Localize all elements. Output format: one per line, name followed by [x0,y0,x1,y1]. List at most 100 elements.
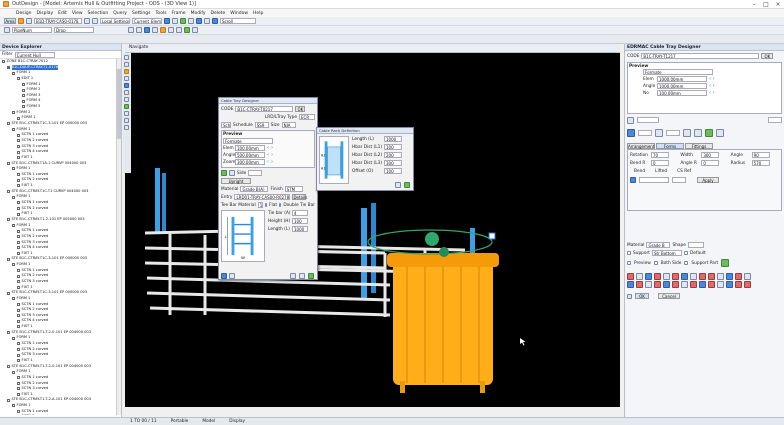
flip-icon[interactable] [229,170,235,176]
tab-navigate[interactable]: Navigate [129,45,148,50]
tree-scrollbar[interactable] [116,59,121,415]
rp-tool-icon[interactable] [726,281,733,288]
save-icon[interactable] [26,18,32,24]
minimize-icon[interactable]: – [748,1,760,8]
sch-combo[interactable]: Sch [221,122,231,128]
snap-icon[interactable] [168,27,174,33]
arrow-right-icon[interactable]: › [271,159,273,165]
view-side-icon[interactable] [124,97,129,102]
expand-icon[interactable] [17,308,20,312]
rp-tool-icon[interactable] [681,281,688,288]
expand-icon[interactable] [7,291,10,295]
pan-icon[interactable] [124,62,129,67]
arrow-right-icon[interactable]: › [271,152,273,158]
menu-tools[interactable]: Tools [155,11,166,16]
menu-window[interactable]: Window [230,11,248,16]
expand-icon[interactable] [12,370,15,374]
expand-icon[interactable] [17,77,20,81]
rp-bend-field[interactable] [639,177,669,183]
rp-code-field[interactable]: B1C-TRAY-T1217 [641,53,760,59]
schedule-combo[interactable]: SS9 [254,122,269,128]
rp-field-value[interactable]: 0 [651,160,669,166]
rp-size-field[interactable] [768,117,782,123]
grip-handle[interactable] [488,232,496,240]
expand-icon[interactable] [7,257,10,261]
rp-tool-icon[interactable] [708,281,715,288]
rp-ok-icon[interactable] [627,293,632,299]
expand-icon[interactable] [12,195,15,199]
dim-value[interactable]: 4 [292,210,308,216]
rack-row-value[interactable]: 1000 [384,136,402,142]
expand-icon[interactable] [17,274,20,278]
expand-icon[interactable] [17,206,20,210]
menu-frame[interactable]: Frame [172,11,186,16]
arrow-left-icon[interactable]: ‹ [267,159,269,165]
expand-icon[interactable] [12,404,15,408]
rp-view-combo[interactable] [637,117,659,123]
expand-icon[interactable] [17,246,20,250]
shade-icon[interactable] [196,18,202,24]
expand-icon[interactable] [7,190,10,194]
rp-lift-field[interactable] [672,177,686,183]
expand-icon[interactable] [17,342,20,346]
copy-icon[interactable] [152,27,158,33]
dialog-icon-2[interactable] [229,273,235,279]
rp-tab[interactable]: Arrangement [627,143,655,149]
expand-icon[interactable] [17,347,20,351]
zoom-window-icon[interactable] [124,76,129,81]
arrow-right-icon[interactable]: › [271,145,273,151]
expand-icon[interactable] [17,381,20,385]
rp-tool-icon[interactable] [654,281,661,288]
rp-tool-icon[interactable] [744,273,751,280]
rp-tool-3-icon[interactable] [683,129,691,137]
scroll-combo[interactable]: Scroll [220,18,256,24]
maximize-icon[interactable]: □ [760,1,772,8]
rp-tool-2-icon[interactable] [655,129,663,137]
pencil-icon[interactable] [627,116,634,124]
pipe-icon[interactable] [4,27,10,33]
rp-tool-field-1[interactable] [638,130,652,136]
new-icon[interactable] [184,27,190,33]
rp-arrow-icon[interactable]: ‹ › [709,90,715,96]
expand-icon[interactable] [17,410,20,414]
move-icon[interactable] [136,27,142,33]
expand-icon[interactable] [12,223,15,227]
iso-icon[interactable] [124,104,129,109]
rp-supportpart-check[interactable] [684,261,689,265]
details-button[interactable]: Details [292,194,307,200]
element-combo[interactable]: B1D-TRAY-CAS0-0178 [34,18,82,24]
rack-row-value[interactable]: 200 [384,152,402,158]
rp-tool-icon[interactable] [735,273,742,280]
expand-icon[interactable] [17,184,20,188]
menu-modify[interactable]: Modify [191,11,206,16]
expand-icon[interactable] [22,82,25,86]
rp-tool-icon[interactable] [645,273,652,280]
rp-tool-field-2[interactable] [666,130,680,136]
rp-apply-button[interactable]: Apply [697,177,719,183]
rp-field-value[interactable]: 300 [701,152,720,158]
expand-icon[interactable] [17,235,20,239]
outdoor-field[interactable]: 100 [257,202,263,208]
size-field[interactable]: NIA [281,122,296,128]
rp-tab[interactable]: Forms [656,143,684,149]
form-combo[interactable]: Formate [223,138,273,144]
expand-icon[interactable] [17,173,20,177]
handle-sphere-1[interactable] [425,232,439,246]
rp-tab[interactable]: Fittings [685,143,713,149]
code-field[interactable]: B1C-CTRAY-T0217 [235,106,294,112]
rp-tool-icon[interactable] [744,281,751,288]
dialog2-icon-1[interactable] [395,182,401,188]
rp-shape-field[interactable] [687,242,704,248]
rp-tool-icon[interactable] [681,273,688,280]
expand-icon[interactable] [7,398,10,402]
drop-combo[interactable]: Drop [54,27,94,33]
expand-icon[interactable] [12,167,15,171]
dialog-icon-4[interactable] [299,273,305,279]
expand-icon[interactable] [17,116,20,120]
expand-icon[interactable] [7,364,10,368]
dialog2-add-icon[interactable] [404,182,410,188]
expand-icon[interactable] [7,161,10,165]
flat-checkbox[interactable] [264,203,268,207]
expand-icon[interactable] [17,353,20,357]
menu-edit[interactable]: Edit [58,11,67,16]
